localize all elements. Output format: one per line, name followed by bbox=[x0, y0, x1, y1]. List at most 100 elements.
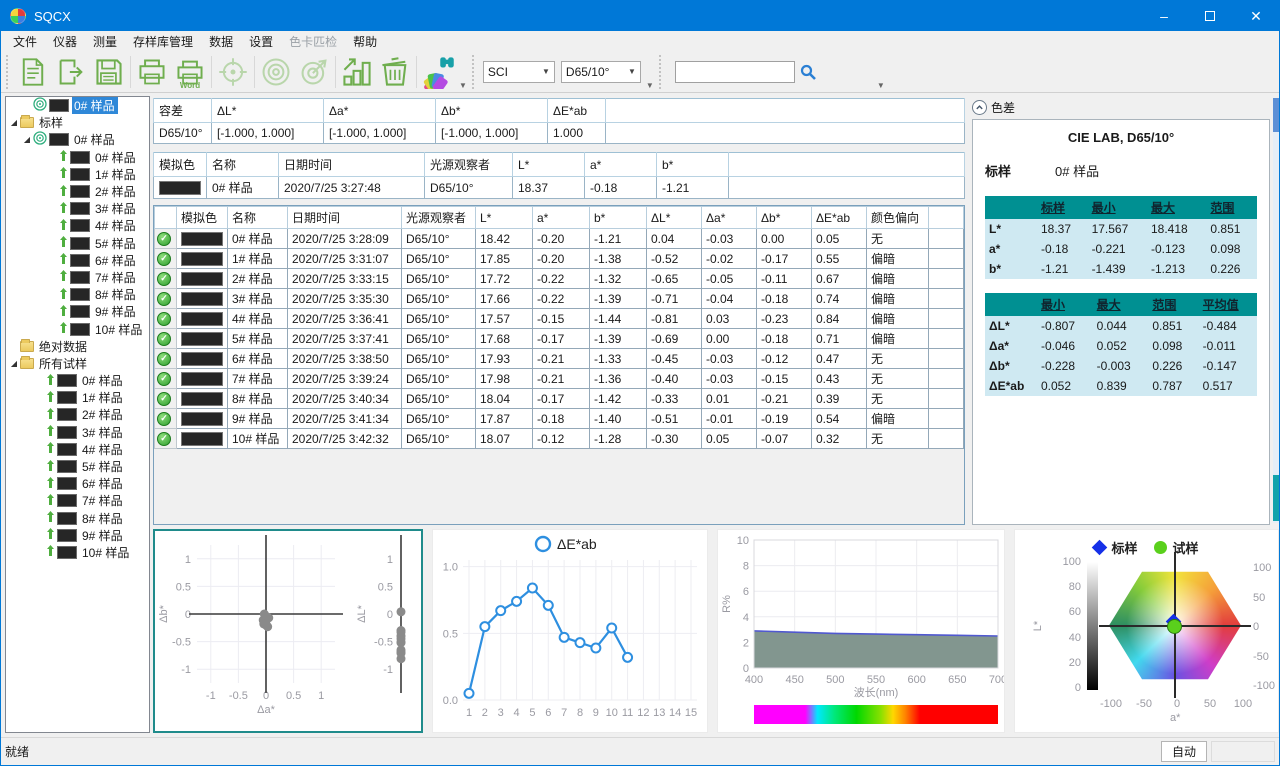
stat-header-2: 最大 bbox=[1093, 293, 1149, 316]
save-button[interactable] bbox=[90, 53, 128, 91]
tree-item-4[interactable]: 1# 样品 bbox=[6, 166, 149, 183]
table-row[interactable]: ✓4# 样品2020/7/25 3:36:41D65/10°17.57-0.15… bbox=[155, 309, 964, 329]
sample-arrow-icon bbox=[46, 459, 55, 475]
tree-item-1[interactable]: ◢标样 bbox=[6, 114, 149, 131]
tree-item-label: 10# 样品 bbox=[93, 321, 145, 338]
tree-item-21[interactable]: 5# 样品 bbox=[6, 458, 149, 475]
tree-item-18[interactable]: 2# 样品 bbox=[6, 406, 149, 423]
auto-button[interactable]: 自动 bbox=[1161, 741, 1207, 762]
illuminant-select[interactable]: D65/10° ▼ bbox=[561, 61, 641, 83]
tree-item-22[interactable]: 6# 样品 bbox=[6, 475, 149, 492]
cell-filler bbox=[929, 429, 964, 449]
colorcard-search-button[interactable] bbox=[419, 53, 457, 91]
table-row[interactable]: ✓3# 样品2020/7/25 3:35:30D65/10°17.66-0.22… bbox=[155, 289, 964, 309]
maximize-button[interactable] bbox=[1187, 1, 1233, 31]
toolbar-overflow-icon[interactable]: ▼ bbox=[459, 81, 467, 90]
tree-item-7[interactable]: 4# 样品 bbox=[6, 217, 149, 234]
import-export-button[interactable] bbox=[52, 53, 90, 91]
cell-b: -1.28 bbox=[590, 429, 647, 449]
svg-text:10: 10 bbox=[737, 535, 749, 547]
cell-dL: -0.45 bbox=[647, 349, 702, 369]
toolbar-grip[interactable] bbox=[6, 55, 11, 89]
new-document-button[interactable] bbox=[14, 53, 52, 91]
delete-button[interactable] bbox=[376, 53, 414, 91]
locate-target-icon bbox=[217, 56, 249, 88]
table-row[interactable]: ✓1# 样品2020/7/25 3:31:07D65/10°17.85-0.20… bbox=[155, 249, 964, 269]
tree-expander[interactable]: ◢ bbox=[8, 118, 20, 127]
menu-item-2[interactable]: 测量 bbox=[85, 31, 125, 52]
table-row[interactable]: ✓0# 样品2020/7/25 3:28:09D65/10°18.42-0.20… bbox=[155, 229, 964, 249]
tree-item-12[interactable]: 9# 样品 bbox=[6, 303, 149, 320]
locate-target-button[interactable] bbox=[214, 53, 252, 91]
cell-dE: 0.43 bbox=[812, 369, 867, 389]
tree-item-16[interactable]: 0# 样品 bbox=[6, 372, 149, 389]
color-swatch bbox=[181, 312, 223, 326]
tree-item-label: 1# 样品 bbox=[93, 166, 139, 183]
measure-target-button[interactable] bbox=[295, 53, 333, 91]
tree-item-11[interactable]: 8# 样品 bbox=[6, 286, 149, 303]
tree-item-17[interactable]: 1# 样品 bbox=[6, 389, 149, 406]
table-row[interactable]: ✓5# 样品2020/7/25 3:37:41D65/10°17.68-0.17… bbox=[155, 329, 964, 349]
tree-item-26[interactable]: 10# 样品 bbox=[6, 544, 149, 561]
print-word-button[interactable]: Word bbox=[171, 53, 209, 91]
svg-text:14: 14 bbox=[669, 707, 681, 719]
toolbar-grip[interactable] bbox=[659, 55, 664, 89]
search-input[interactable] bbox=[675, 61, 795, 83]
table-row[interactable]: ✓6# 样品2020/7/25 3:38:50D65/10°17.93-0.21… bbox=[155, 349, 964, 369]
menu-item-5[interactable]: 设置 bbox=[241, 31, 281, 52]
cell-dE: 0.54 bbox=[812, 409, 867, 429]
tree-expander[interactable]: ◢ bbox=[21, 135, 33, 144]
menu-item-3[interactable]: 存样库管理 bbox=[125, 31, 201, 52]
svg-text:400: 400 bbox=[745, 674, 763, 686]
menu-item-4[interactable]: 数据 bbox=[201, 31, 241, 52]
table-row[interactable]: ✓9# 样品2020/7/25 3:41:34D65/10°17.87-0.18… bbox=[155, 409, 964, 429]
tree-item-23[interactable]: 7# 样品 bbox=[6, 492, 149, 509]
cell-da: -0.05 bbox=[702, 269, 757, 289]
table-row[interactable]: ✓2# 样品2020/7/25 3:33:15D65/10°17.72-0.22… bbox=[155, 269, 964, 289]
tree-item-20[interactable]: 4# 样品 bbox=[6, 441, 149, 458]
print-button[interactable] bbox=[133, 53, 171, 91]
sample-table: 模拟色名称日期时间光源观察者L*a*b*ΔL*Δa*Δb*ΔE*ab颜色偏向 ✓… bbox=[154, 206, 964, 449]
table-row[interactable]: ✓8# 样品2020/7/25 3:40:34D65/10°18.04-0.17… bbox=[155, 389, 964, 409]
tree-item-label: 7# 样品 bbox=[93, 269, 139, 286]
tree-item-3[interactable]: 0# 样品 bbox=[6, 149, 149, 166]
toolbar-overflow-icon[interactable]: ▼ bbox=[877, 81, 885, 90]
table-row[interactable]: ✓7# 样品2020/7/25 3:39:24D65/10°17.98-0.21… bbox=[155, 369, 964, 389]
stat-cell: -1.439 bbox=[1088, 259, 1147, 279]
toolbar-grip[interactable] bbox=[472, 55, 477, 89]
tree-item-14[interactable]: 绝对数据 bbox=[6, 338, 149, 355]
cell-filler bbox=[929, 389, 964, 409]
tree-expander[interactable]: ◢ bbox=[8, 359, 20, 368]
tree-item-0[interactable]: 0# 样品 bbox=[6, 97, 149, 114]
cell-db: -0.15 bbox=[757, 369, 812, 389]
table-row[interactable]: ✓10# 样品2020/7/25 3:42:32D65/10°18.07-0.1… bbox=[155, 429, 964, 449]
toolbar-overflow-icon[interactable]: ▼ bbox=[646, 81, 654, 90]
menu-item-1[interactable]: 仪器 bbox=[45, 31, 85, 52]
tree-item-5[interactable]: 2# 样品 bbox=[6, 183, 149, 200]
color-swatch bbox=[181, 252, 223, 266]
tree-item-15[interactable]: ◢所有试样 bbox=[6, 355, 149, 372]
tree-item-10[interactable]: 7# 样品 bbox=[6, 269, 149, 286]
tree-item-6[interactable]: 3# 样品 bbox=[6, 200, 149, 217]
tolerance-cell: [-1.000, 1.000] bbox=[212, 123, 324, 144]
minimize-button[interactable]: – bbox=[1141, 1, 1187, 31]
tree-item-8[interactable]: 5# 样品 bbox=[6, 235, 149, 252]
search-button[interactable] bbox=[799, 63, 817, 81]
tree-item-13[interactable]: 10# 样品 bbox=[6, 320, 149, 337]
calibrate-button[interactable] bbox=[257, 53, 295, 91]
menu-item-0[interactable]: 文件 bbox=[5, 31, 45, 52]
mode-select[interactable]: SCI ▼ bbox=[483, 61, 555, 83]
statistics-button[interactable] bbox=[338, 53, 376, 91]
tree-item-9[interactable]: 6# 样品 bbox=[6, 252, 149, 269]
tree-item-2[interactable]: ◢0# 样品 bbox=[6, 131, 149, 148]
tree-item-25[interactable]: 9# 样品 bbox=[6, 527, 149, 544]
tree-item-19[interactable]: 3# 样品 bbox=[6, 424, 149, 441]
close-button[interactable]: ✕ bbox=[1233, 1, 1279, 31]
menu-item-6[interactable]: 色卡匹检 bbox=[281, 31, 345, 52]
panel-scrollbar[interactable] bbox=[1273, 98, 1279, 523]
tree-item-24[interactable]: 8# 样品 bbox=[6, 510, 149, 527]
cell-dL: -0.33 bbox=[647, 389, 702, 409]
collapse-panel-button[interactable] bbox=[972, 100, 987, 115]
menu-item-7[interactable]: 帮助 bbox=[345, 31, 385, 52]
cell-b: -1.32 bbox=[590, 269, 647, 289]
